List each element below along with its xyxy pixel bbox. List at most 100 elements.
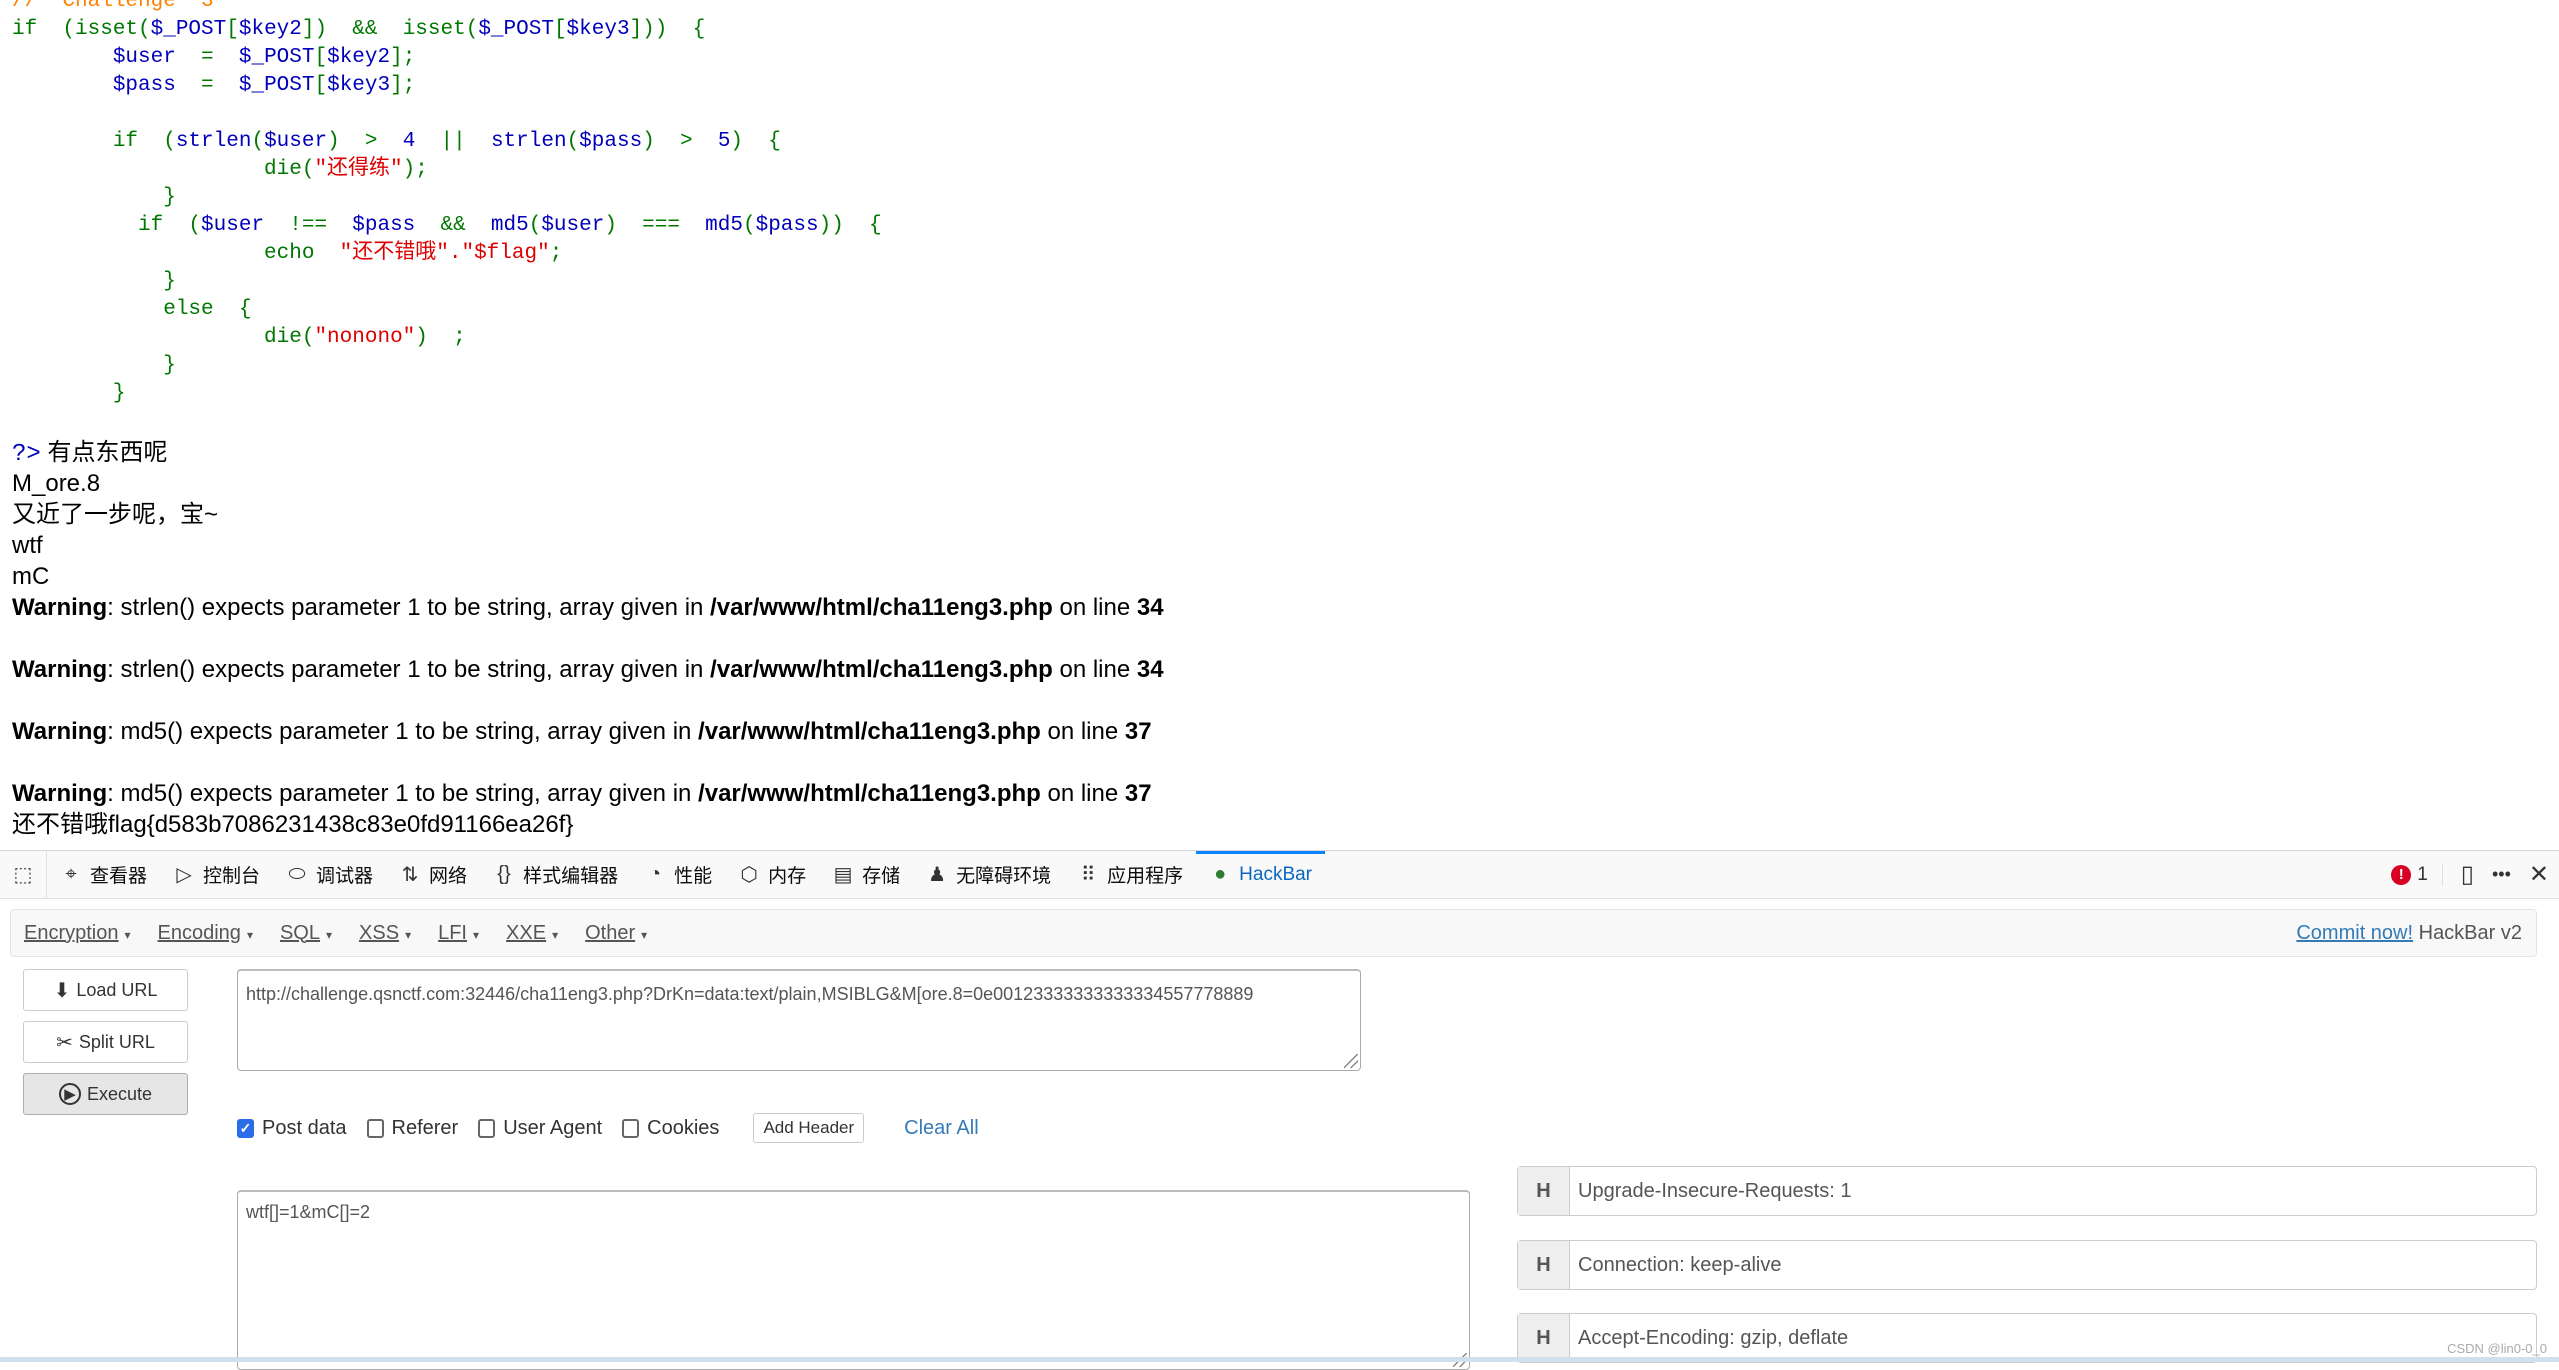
debugger-icon: ⬭ <box>288 863 306 885</box>
responsive-design-icon[interactable]: ▯ <box>2461 860 2474 889</box>
style-editor-icon: {} <box>497 863 511 885</box>
code-token: $pass <box>755 214 819 237</box>
code-token: && <box>415 214 491 237</box>
devtools-tab-style-editor[interactable]: {} 样式编辑器 <box>480 851 631 898</box>
output-line: M_ore.8 <box>12 470 101 497</box>
code-token: ) ; <box>415 326 466 349</box>
devtools-tab-network[interactable]: ⇅ 网络 <box>386 851 480 898</box>
code-token: if ( <box>12 214 202 237</box>
devtools-toolbar: ⬚ ⌖ 查看器 ▷ 控制台 ⬭ 调试器 ⇅ 网络 {} 样式编辑器 ◔ 性能 ⬡ 内存 ▤ 存储 ♟ 无障碍环境 ⠿… <box>0 851 2559 899</box>
devtools-tab-console[interactable]: ▷ 控制台 <box>160 851 273 898</box>
add-header-button[interactable]: Add Header <box>753 1113 865 1143</box>
devtools-tabs: ⌖ 查看器 ▷ 控制台 ⬭ 调试器 ⇅ 网络 {} 样式编辑器 ◔ 性能 ⬡ 内存 ▤ 存储 ♟ 无障碍环境 ⠿ 应用… <box>47 851 1325 898</box>
element-picker-button[interactable]: ⬚ <box>0 851 47 898</box>
chevron-down-icon: ▾ <box>246 927 253 942</box>
resize-handle[interactable] <box>1344 1054 1358 1068</box>
code-token: } <box>12 270 176 293</box>
code-token: $_POST <box>478 18 554 41</box>
devtools-tab-memory[interactable]: ⬡ 内存 <box>725 851 819 898</box>
application-icon: ⠿ <box>1080 864 1096 886</box>
devtools-tab-application[interactable]: ⠿ 应用程序 <box>1064 851 1196 898</box>
checkbox-icon <box>366 1118 384 1138</box>
watermark: CSDN @lin0-0_0 <box>2447 1341 2547 1356</box>
commit-now-link[interactable]: Commit now! <box>2296 922 2413 944</box>
referer-checkbox[interactable]: Referer <box>366 1117 458 1140</box>
post-data-input[interactable]: wtf[]=1&mC[]=2 <box>237 1190 1470 1370</box>
split-url-button[interactable]: ✂ Split URL <box>23 1021 188 1063</box>
tab-label: 性能 <box>674 866 713 887</box>
code-line: // Challenge 3 <box>12 0 882 16</box>
devtools-tab-hackbar[interactable]: ● HackBar <box>1196 851 1325 898</box>
chevron-down-icon: ▾ <box>473 927 480 942</box>
tab-label: 网络 <box>429 866 468 887</box>
devtools-tab-performance[interactable]: ◔ 性能 <box>631 851 725 898</box>
tab-label: 内存 <box>768 866 807 887</box>
code-token: ]) && isset( <box>301 18 479 41</box>
chevron-down-icon: ▾ <box>552 927 559 942</box>
menu-encryption[interactable]: Encryption ▾ <box>24 922 131 945</box>
php-warning: Warning: md5() expects parameter 1 to be… <box>12 716 1164 747</box>
chevron-down-icon: ▾ <box>326 927 333 942</box>
header-value-input[interactable]: Connection: keep-alive <box>1570 1254 1781 1277</box>
flag-output: 还不错哦flag{d583b7086231438c83e0fd91166ea26… <box>12 811 574 838</box>
code-line: die("nonono") ; <box>12 324 882 352</box>
code-token: $user <box>112 46 176 69</box>
code-token: } <box>12 382 126 405</box>
warning-message: : md5() expects parameter 1 to be string… <box>107 780 699 807</box>
code-token: ]; <box>390 46 416 69</box>
code-token: [ <box>314 74 328 97</box>
play-icon: ▶ <box>58 1083 81 1105</box>
header-value-input[interactable]: Accept-Encoding: gzip, deflate <box>1570 1327 1848 1350</box>
code-line: } <box>12 268 882 296</box>
close-devtools-icon[interactable]: ✕ <box>2529 860 2549 889</box>
post-data-checkbox[interactable]: ✓ Post data <box>237 1117 347 1140</box>
code-token: $key2 <box>327 46 391 69</box>
devtools-tab-storage[interactable]: ▤ 存储 <box>819 851 913 898</box>
chevron-down-icon: ▾ <box>405 927 412 942</box>
user-agent-checkbox[interactable]: User Agent <box>478 1117 602 1140</box>
menu-encoding[interactable]: Encoding ▾ <box>158 922 253 945</box>
code-line: else { <box>12 296 882 324</box>
php-warning: Warning: strlen() expects parameter 1 to… <box>12 654 1164 685</box>
load-url-button[interactable]: ⬇ Load URL <box>23 969 188 1011</box>
php-close-tag: ?> <box>12 441 41 468</box>
header-row: H Connection: keep-alive <box>1517 1240 2537 1290</box>
warning-label: Warning <box>12 594 108 621</box>
execute-button[interactable]: ▶ Execute <box>23 1073 188 1115</box>
devtools-tab-inspector[interactable]: ⌖ 查看器 <box>47 851 160 898</box>
more-options-icon[interactable]: ••• <box>2492 864 2511 885</box>
code-token: ; <box>549 242 563 265</box>
code-token: $_POST <box>238 46 315 69</box>
menu-xss[interactable]: XSS ▾ <box>359 922 411 945</box>
menu-other[interactable]: Other ▾ <box>585 922 647 945</box>
code-token: ) { <box>730 130 781 153</box>
code-token: $key3 <box>327 74 391 97</box>
element-picker-icon: ⬚ <box>13 864 33 886</box>
bottom-strip <box>0 1357 2559 1362</box>
code-token: } <box>12 186 176 209</box>
warning-line-number: 34 <box>1136 656 1164 683</box>
devtools-tab-accessibility[interactable]: ♟ 无障碍环境 <box>913 851 1064 898</box>
cookies-checkbox[interactable]: Cookies <box>622 1117 719 1140</box>
menu-sql[interactable]: SQL ▾ <box>280 922 332 945</box>
code-token: ) > <box>642 130 718 153</box>
header-key: H <box>1518 1314 1570 1362</box>
code-token: die( <box>12 158 315 181</box>
url-input[interactable]: http://challenge.qsnctf.com:32446/cha11e… <box>237 969 1361 1071</box>
devtools-panel: ⬚ ⌖ 查看器 ▷ 控制台 ⬭ 调试器 ⇅ 网络 {} 样式编辑器 ◔ 性能 ⬡ 内存 ▤ 存储 ♟ 无障碍环境 ⠿… <box>0 850 2559 1370</box>
memory-icon: ⬡ <box>740 864 758 886</box>
download-icon: ⬇ <box>53 979 71 1002</box>
menu-lfi[interactable]: LFI ▾ <box>438 922 479 945</box>
code-token: = <box>175 74 239 97</box>
header-value-input[interactable]: Upgrade-Insecure-Requests: 1 <box>1570 1180 1851 1203</box>
error-count-badge[interactable]: ! 1 <box>2391 863 2443 886</box>
devtools-tab-debugger[interactable]: ⬭ 调试器 <box>273 851 386 898</box>
code-token: ]; <box>390 74 416 97</box>
menu-xxe[interactable]: XXE ▾ <box>506 922 558 945</box>
clear-all-link[interactable]: Clear All <box>904 1117 978 1140</box>
php-warning: Warning: strlen() expects parameter 1 to… <box>12 592 1164 623</box>
tab-label: 样式编辑器 <box>523 866 619 887</box>
warning-label: Warning <box>12 718 108 745</box>
code-token: || <box>415 130 491 153</box>
